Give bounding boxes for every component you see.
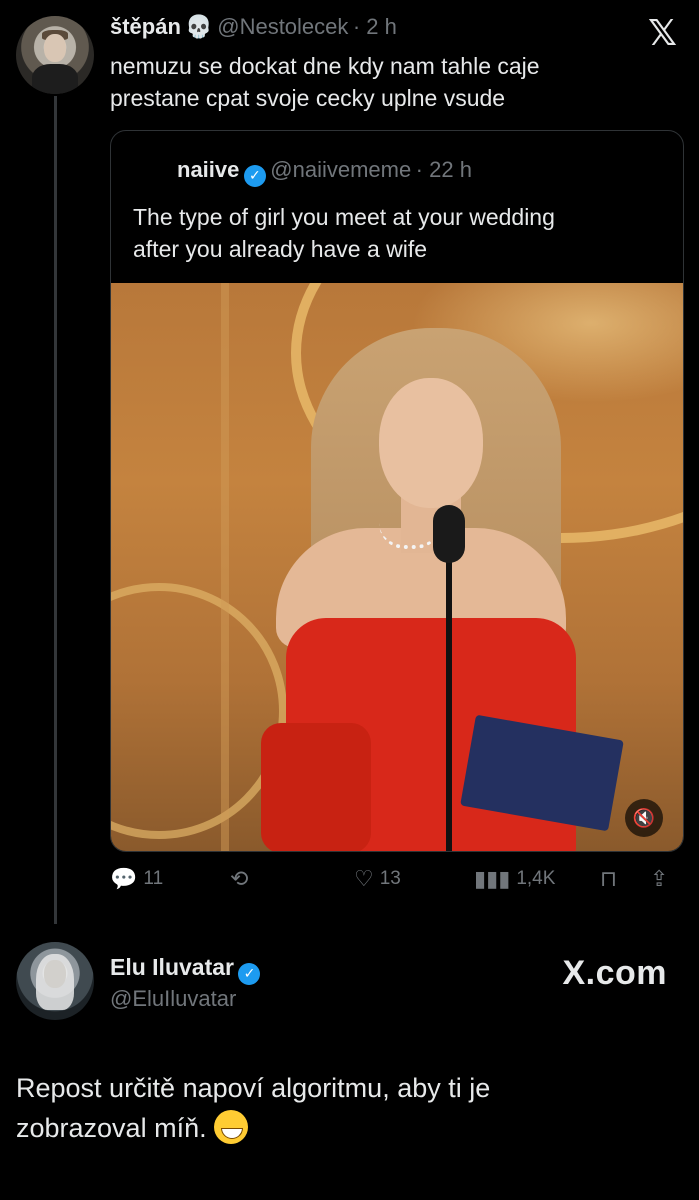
x-com-watermark: X.com bbox=[562, 954, 667, 992]
avatar-body bbox=[32, 64, 78, 94]
avatar[interactable] bbox=[16, 942, 94, 1020]
like-button[interactable]: ♡ 13 bbox=[354, 868, 401, 890]
x-logo-icon: 𝕏 bbox=[647, 12, 677, 53]
quote-line-1: The type of girl you meet at your weddin… bbox=[133, 204, 555, 230]
tweet-actions: 💬 11 ⟲ ♡ 13 ▮▮▮ 1,4K ⊓ ⇪ bbox=[110, 868, 682, 896]
quote-author-handle: @naiivememe bbox=[270, 157, 412, 182]
like-icon: ♡ bbox=[354, 866, 374, 891]
repost-button[interactable]: ⟲ bbox=[230, 868, 248, 890]
author-name[interactable]: Elu Iluvatar bbox=[110, 954, 234, 980]
bookmark-icon: ⊓ bbox=[600, 866, 618, 891]
quote-line-2: after you already have a wife bbox=[133, 236, 428, 262]
grinning-emoji-icon bbox=[214, 1110, 249, 1144]
like-count: 13 bbox=[379, 868, 401, 889]
reply-button[interactable]: 💬 11 bbox=[110, 868, 163, 890]
avatar[interactable] bbox=[16, 16, 94, 94]
author-handle[interactable]: @Nestolecek bbox=[217, 14, 348, 39]
bookmark-button[interactable]: ⊓ bbox=[600, 868, 617, 890]
views-icon: ▮▮▮ bbox=[474, 866, 511, 891]
thread-line bbox=[54, 96, 57, 924]
microphone-stand bbox=[446, 553, 452, 851]
quote-time: · 22 h bbox=[415, 157, 472, 182]
quoted-tweet-card[interactable]: naiive ✓ @naiivememe · 22 h The type of … bbox=[110, 130, 684, 852]
quote-text: The type of girl you meet at your weddin… bbox=[133, 201, 663, 265]
bottom-tweet-line-2: zobrazoval míň. bbox=[16, 1108, 676, 1148]
skull-emoji-icon: 💀 bbox=[185, 14, 213, 39]
person-face bbox=[379, 378, 483, 508]
views-button[interactable]: ▮▮▮ 1,4K bbox=[474, 868, 555, 890]
mute-icon[interactable]: 🔇 bbox=[625, 799, 663, 837]
author-handle[interactable]: @EluIluvatar bbox=[110, 986, 236, 1012]
microphone bbox=[433, 505, 465, 563]
quote-media-video[interactable]: 🔇 bbox=[111, 283, 683, 851]
top-tweet-line-1: nemuzu se dockat dne kdy nam tahle caje bbox=[110, 53, 540, 79]
avatar-face bbox=[44, 34, 66, 62]
repost-icon: ⟲ bbox=[230, 866, 249, 891]
quote-author-name: naiive bbox=[177, 157, 240, 182]
author-name[interactable]: štěpán bbox=[110, 14, 181, 39]
verified-icon: ✓ bbox=[238, 962, 261, 985]
bottom-tweet-line-1: Repost určitě napoví algoritmu, aby ti j… bbox=[16, 1073, 491, 1103]
views-count: 1,4K bbox=[516, 868, 556, 889]
quote-header: naiive ✓ @naiivememe · 22 h bbox=[177, 157, 472, 187]
bottom-tweet-header: Elu Iluvatar ✓ bbox=[110, 954, 261, 985]
reply-icon: 💬 bbox=[110, 866, 138, 891]
red-sleeve bbox=[261, 723, 371, 851]
share-icon: ⇪ bbox=[650, 866, 669, 891]
tweet-time[interactable]: · 2 h bbox=[353, 14, 397, 39]
top-tweet-text: nemuzu se dockat dne kdy nam tahle caje … bbox=[110, 50, 670, 114]
stage-pole bbox=[221, 283, 229, 851]
reply-count: 11 bbox=[143, 868, 164, 889]
avatar-face bbox=[44, 960, 66, 988]
bottom-tweet-text: Repost určitě napoví algoritmu, aby ti j… bbox=[16, 1068, 676, 1148]
bottom-tweet-line-2-text: zobrazoval míň. bbox=[16, 1113, 207, 1143]
top-tweet-header: štěpán 💀 @Nestolecek · 2 h bbox=[110, 14, 397, 40]
top-tweet-line-2: prestane cpat svoje cecky uplne vsude bbox=[110, 85, 506, 111]
verified-icon: ✓ bbox=[243, 164, 266, 187]
share-button[interactable]: ⇪ bbox=[650, 868, 668, 890]
